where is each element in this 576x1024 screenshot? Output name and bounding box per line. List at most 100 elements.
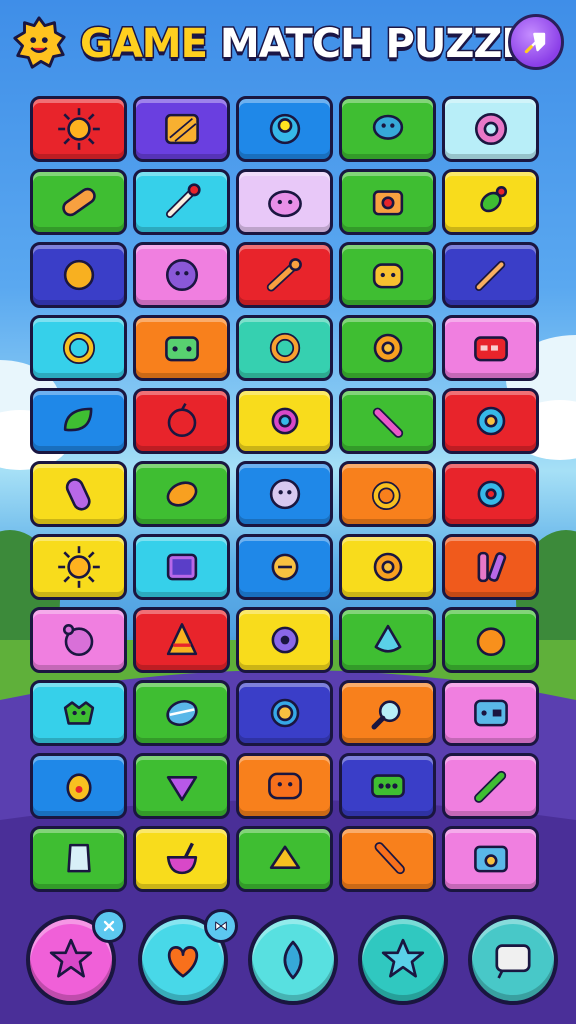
egg-dot-icon <box>65 773 92 803</box>
board-tile[interactable] <box>339 315 436 381</box>
board-tile[interactable] <box>133 753 230 819</box>
cog-sun-icon <box>373 552 402 582</box>
sun-face-icon <box>270 698 299 728</box>
board-tile[interactable] <box>236 169 333 235</box>
monster-box-icon <box>267 772 302 800</box>
board-tile[interactable] <box>236 96 333 162</box>
board-tile[interactable] <box>442 534 539 600</box>
ring-gear-icon <box>269 332 300 364</box>
board-tile[interactable] <box>30 680 127 746</box>
board-tile[interactable] <box>30 461 127 527</box>
lens-gear-icon <box>271 407 298 435</box>
wrench-icon <box>266 258 302 292</box>
board-tile[interactable] <box>133 461 230 527</box>
board-tile[interactable] <box>339 242 436 308</box>
board-tile[interactable] <box>442 96 539 162</box>
board-tile[interactable] <box>236 826 333 892</box>
orange-ball-icon <box>63 259 94 291</box>
apple-icon <box>167 403 196 438</box>
title-match-puzzle: MATCH PUZZLE <box>218 20 554 69</box>
board-tile[interactable] <box>339 461 436 527</box>
board-tile[interactable] <box>30 242 127 308</box>
board-tile[interactable] <box>133 534 230 600</box>
radio-icon <box>473 336 508 362</box>
board-tile[interactable] <box>30 607 127 673</box>
board-tile[interactable] <box>339 607 436 673</box>
bow-badge-icon <box>204 909 238 943</box>
board-tile[interactable] <box>442 169 539 235</box>
board-tile[interactable] <box>30 826 127 892</box>
powerup-toolbar <box>0 905 576 1015</box>
board-tile[interactable] <box>339 388 436 454</box>
candy-stick-icon <box>473 770 506 803</box>
blob-creature-icon <box>372 114 403 140</box>
star-tool-button[interactable] <box>358 915 448 1005</box>
board-tile[interactable] <box>133 315 230 381</box>
board-tile[interactable] <box>339 826 436 892</box>
cheese-icon <box>269 845 300 869</box>
leaf-creature-icon <box>63 407 92 432</box>
board-tile[interactable] <box>339 534 436 600</box>
board-tile[interactable] <box>133 826 230 892</box>
sun-icon <box>57 546 100 588</box>
board-tile[interactable] <box>236 753 333 819</box>
bear-face-icon <box>62 623 93 657</box>
dragon-face-icon <box>63 701 94 725</box>
settings-button[interactable] <box>508 14 564 70</box>
game-title: GAME MATCH PUZZLE <box>79 14 555 74</box>
board-tile[interactable] <box>442 315 539 381</box>
board-tile[interactable] <box>236 315 333 381</box>
board-tile[interactable] <box>30 96 127 162</box>
board-tile[interactable] <box>133 242 230 308</box>
monster-face-icon <box>267 190 302 218</box>
egg-stripe-icon <box>165 699 198 727</box>
board-tile[interactable] <box>30 534 127 600</box>
leaf-tool-button[interactable] <box>248 915 338 1005</box>
board-tile[interactable] <box>133 680 230 746</box>
heart-icon <box>167 946 199 978</box>
board-tile[interactable] <box>442 461 539 527</box>
capsule-icon <box>65 478 91 511</box>
board-tile[interactable] <box>236 607 333 673</box>
board-tile[interactable] <box>236 534 333 600</box>
board-tile[interactable] <box>133 607 230 673</box>
board-tile[interactable] <box>236 461 333 527</box>
board-tile[interactable] <box>30 388 127 454</box>
rocket-icon <box>524 32 546 54</box>
board-tile[interactable] <box>236 242 333 308</box>
board-tile[interactable] <box>339 169 436 235</box>
bone-icon <box>165 183 201 219</box>
smiley-sun-icon[interactable] <box>10 14 68 72</box>
sun-icon <box>57 108 100 150</box>
board-tile[interactable] <box>133 96 230 162</box>
star-icon <box>381 938 425 978</box>
board-tile[interactable] <box>133 388 230 454</box>
board-tile[interactable] <box>236 388 333 454</box>
board-tile[interactable] <box>442 242 539 308</box>
sign-tool-button[interactable] <box>468 915 558 1005</box>
gameboy-icon <box>473 699 508 727</box>
wrapped-candy-icon <box>479 185 507 213</box>
x-badge-icon <box>92 909 126 943</box>
board-tile[interactable] <box>133 169 230 235</box>
board-tile[interactable] <box>30 753 127 819</box>
lock-ring-icon <box>271 553 298 581</box>
board-tile[interactable] <box>442 680 539 746</box>
board-tile[interactable] <box>442 753 539 819</box>
board-tile[interactable] <box>339 96 436 162</box>
bow-gear-icon <box>477 480 504 508</box>
board-tile[interactable] <box>442 388 539 454</box>
board-tile[interactable] <box>236 680 333 746</box>
board-tile[interactable] <box>442 607 539 673</box>
board-tile[interactable] <box>339 680 436 746</box>
board-tile[interactable] <box>30 315 127 381</box>
board-tile[interactable] <box>339 753 436 819</box>
leaf-icon <box>283 940 303 980</box>
triangle-gem-icon <box>166 776 197 802</box>
fuzzy-monster-icon <box>165 258 198 292</box>
carrot-icon <box>374 842 405 875</box>
board-tile[interactable] <box>442 826 539 892</box>
face-ball-icon <box>269 478 300 510</box>
board-tile[interactable] <box>30 169 127 235</box>
toy-block-icon <box>164 336 199 362</box>
